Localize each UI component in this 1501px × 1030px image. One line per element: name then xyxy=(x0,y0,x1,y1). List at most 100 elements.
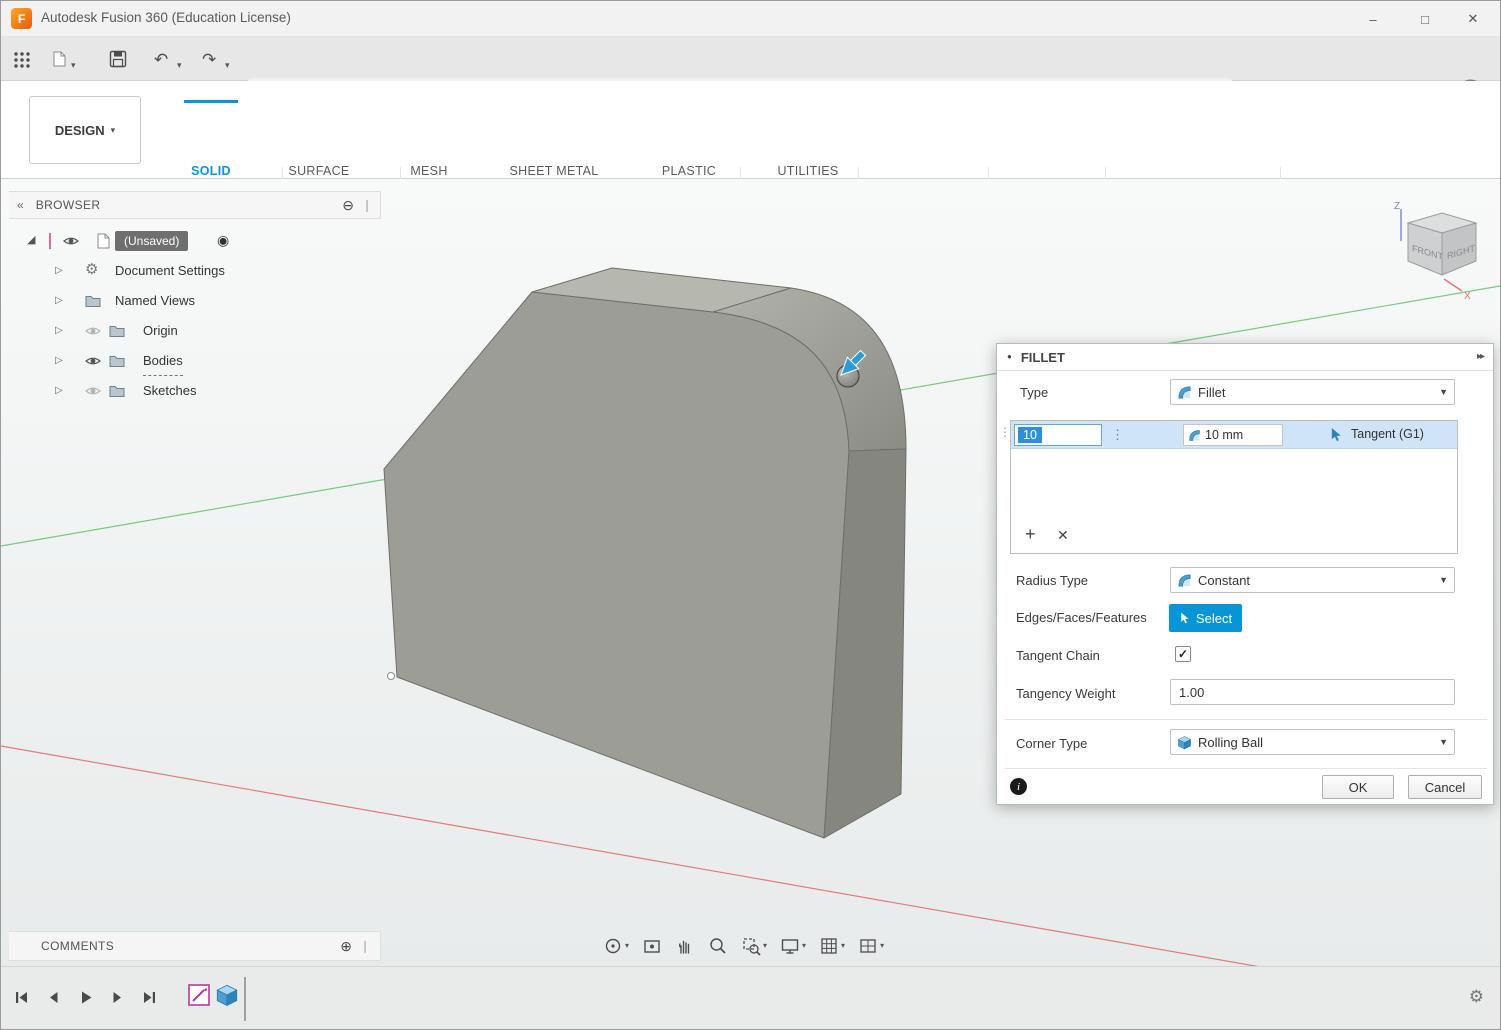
radius-value-selected: 10 xyxy=(1018,427,1042,443)
expand-chevron-icon[interactable]: ▷ xyxy=(55,386,63,396)
fillet-dialog-header[interactable]: ● FILLET ▸▸ xyxy=(997,344,1493,371)
radius-type-label: Radius Type xyxy=(1016,573,1088,588)
tangency-weight-value: 1.00 xyxy=(1179,685,1204,700)
expand-chevron-icon[interactable]: ▷ xyxy=(55,356,63,366)
redo-icon[interactable]: ↷ xyxy=(202,51,216,68)
redo-chevron-icon[interactable]: ▾ xyxy=(225,61,230,70)
tree-item-label[interactable]: Origin xyxy=(143,317,178,345)
caret-down-icon: ▼ xyxy=(1439,738,1448,747)
component-corner-icon[interactable]: ◢ xyxy=(27,235,35,246)
play-button[interactable] xyxy=(77,989,94,1006)
browser-title: BROWSER xyxy=(36,198,101,212)
ok-button[interactable]: OK xyxy=(1322,775,1394,799)
continuity-value[interactable]: Tangent (G1) xyxy=(1351,427,1424,441)
tree-item-label[interactable]: Sketches xyxy=(143,377,196,405)
minimize-button[interactable]: – xyxy=(1350,2,1396,36)
navigation-bar: ▾ ▾ ▾ xyxy=(603,932,884,960)
step-back-button[interactable] xyxy=(45,989,62,1006)
tree-item-document-settings[interactable]: ▷ ⚙ Document Settings xyxy=(9,257,381,285)
type-dropdown[interactable]: Fillet ▼ xyxy=(1170,379,1455,405)
select-edges-button[interactable]: Select xyxy=(1169,604,1242,632)
tangent-chain-checkbox[interactable]: ✓ xyxy=(1175,646,1191,662)
radius-input[interactable]: 10 xyxy=(1014,424,1102,446)
expand-dialog-icon[interactable]: ▸▸ xyxy=(1477,352,1483,362)
row-options-dots-icon[interactable]: ⋮ xyxy=(1111,428,1124,441)
activate-radio-icon[interactable]: ◉ xyxy=(217,233,229,247)
panel-display-toggle-icon[interactable]: ⊖ xyxy=(342,198,354,212)
expand-chevron-icon[interactable]: ▷ xyxy=(55,296,63,306)
corner-type-dropdown[interactable]: Rolling Ball ▼ xyxy=(1170,729,1455,755)
folder-icon xyxy=(109,323,125,339)
timeline-playhead[interactable] xyxy=(244,977,246,1021)
expand-chevron-icon[interactable]: ▷ xyxy=(55,326,63,336)
add-comment-icon[interactable]: ⊕ xyxy=(340,939,352,953)
tree-item-sketches[interactable]: ▷ Sketches xyxy=(9,377,381,405)
timeline-bar: ⚙ xyxy=(1,966,1500,1030)
grid-snaps-tool[interactable]: ▾ xyxy=(819,936,845,956)
comments-label: COMMENTS xyxy=(41,939,114,953)
chevron-down-icon: ▾ xyxy=(802,942,806,950)
collapse-panel-icon[interactable]: « xyxy=(17,199,24,211)
cancel-button[interactable]: Cancel xyxy=(1408,775,1482,799)
panel-grip-icon[interactable]: ❘ xyxy=(362,199,372,211)
remove-edge-set-icon[interactable]: ✕ xyxy=(1057,528,1069,542)
document-icon xyxy=(95,233,111,249)
timeline-extrude-feature[interactable] xyxy=(215,983,239,1007)
corner-type-label: Corner Type xyxy=(1016,736,1087,751)
tree-item-label[interactable]: Named Views xyxy=(115,287,195,315)
tree-item-origin[interactable]: ▷ Origin xyxy=(9,317,381,345)
radius-type-dropdown[interactable]: Constant ▼ xyxy=(1170,567,1455,593)
app-grid-icon[interactable] xyxy=(13,51,31,69)
save-icon[interactable] xyxy=(109,50,127,68)
undo-chevron-icon[interactable]: ▾ xyxy=(177,61,182,70)
folder-icon xyxy=(85,293,101,309)
panel-grip-icon[interactable]: ❘ xyxy=(360,940,370,952)
display-settings-tool[interactable]: ▾ xyxy=(780,936,806,956)
tree-item-label[interactable]: Bodies xyxy=(143,347,183,376)
selection-indicator xyxy=(49,233,51,249)
maximize-button[interactable]: □ xyxy=(1402,2,1448,36)
tree-root-row[interactable]: ◢ (Unsaved) ◉ xyxy=(9,227,381,255)
tree-item-named-views[interactable]: ▷ Named Views xyxy=(9,287,381,315)
skip-to-start-button[interactable] xyxy=(13,989,30,1006)
model-body[interactable] xyxy=(384,268,906,838)
orbit-tool[interactable]: ▾ xyxy=(603,936,629,956)
design-workspace-selector[interactable]: DESIGN ▾ xyxy=(29,96,141,164)
visibility-eye-off-icon[interactable] xyxy=(85,323,101,339)
visibility-eye-icon[interactable] xyxy=(63,233,79,249)
fillet-dialog: ● FILLET ▸▸ Type Fillet ▼ ⋮ 10 ⋮ 10 mm xyxy=(996,343,1494,805)
browser-header[interactable]: « BROWSER ⊖ ❘ xyxy=(9,191,381,219)
file-menu-icon[interactable] xyxy=(51,50,67,68)
skip-to-end-button[interactable] xyxy=(141,989,158,1006)
visibility-eye-icon[interactable] xyxy=(85,353,101,369)
file-menu-chevron-icon[interactable]: ▾ xyxy=(71,61,76,70)
drag-dot-icon: ● xyxy=(1007,353,1012,361)
caret-down-icon: ▼ xyxy=(1439,388,1448,397)
expand-chevron-icon[interactable]: ▷ xyxy=(55,266,63,276)
timeline-settings-gear-icon[interactable]: ⚙ xyxy=(1469,988,1484,1005)
timeline-sketch-feature[interactable] xyxy=(187,983,211,1007)
tree-item-label[interactable]: Document Settings xyxy=(115,257,225,285)
tree-item-bodies[interactable]: ▷ Bodies xyxy=(9,347,381,375)
info-icon[interactable]: i xyxy=(1010,778,1027,795)
step-forward-button[interactable] xyxy=(109,989,126,1006)
pan-tool[interactable] xyxy=(675,936,695,956)
chevron-down-icon: ▾ xyxy=(763,942,767,950)
edge-set-row[interactable]: 10 ⋮ 10 mm Tangent (G1) xyxy=(1011,421,1457,449)
zoom-tool[interactable] xyxy=(708,936,728,956)
close-button[interactable]: ✕ xyxy=(1450,2,1496,36)
divider xyxy=(1005,768,1487,769)
ribbon: DESIGN ▾ SOLID SURFACE MESH SHEET METAL … xyxy=(1,81,1500,179)
distance-field[interactable]: 10 mm xyxy=(1183,424,1283,446)
viewcube-z-axis-label: Z xyxy=(1394,201,1400,212)
add-edge-set-icon[interactable]: + xyxy=(1025,525,1036,543)
tangency-weight-input[interactable]: 1.00 xyxy=(1170,679,1455,705)
view-cube[interactable]: FRONT RIGHT Z X xyxy=(1386,197,1498,307)
viewports-tool[interactable]: ▾ xyxy=(858,936,884,956)
undo-icon[interactable]: ↶ xyxy=(154,51,168,68)
comments-bar[interactable]: COMMENTS ⊕ ❘ xyxy=(9,931,381,961)
root-document-chip[interactable]: (Unsaved) xyxy=(115,231,188,251)
zoom-window-tool[interactable]: ▾ xyxy=(741,936,767,956)
look-at-tool[interactable] xyxy=(642,936,662,956)
visibility-eye-off-icon[interactable] xyxy=(85,383,101,399)
